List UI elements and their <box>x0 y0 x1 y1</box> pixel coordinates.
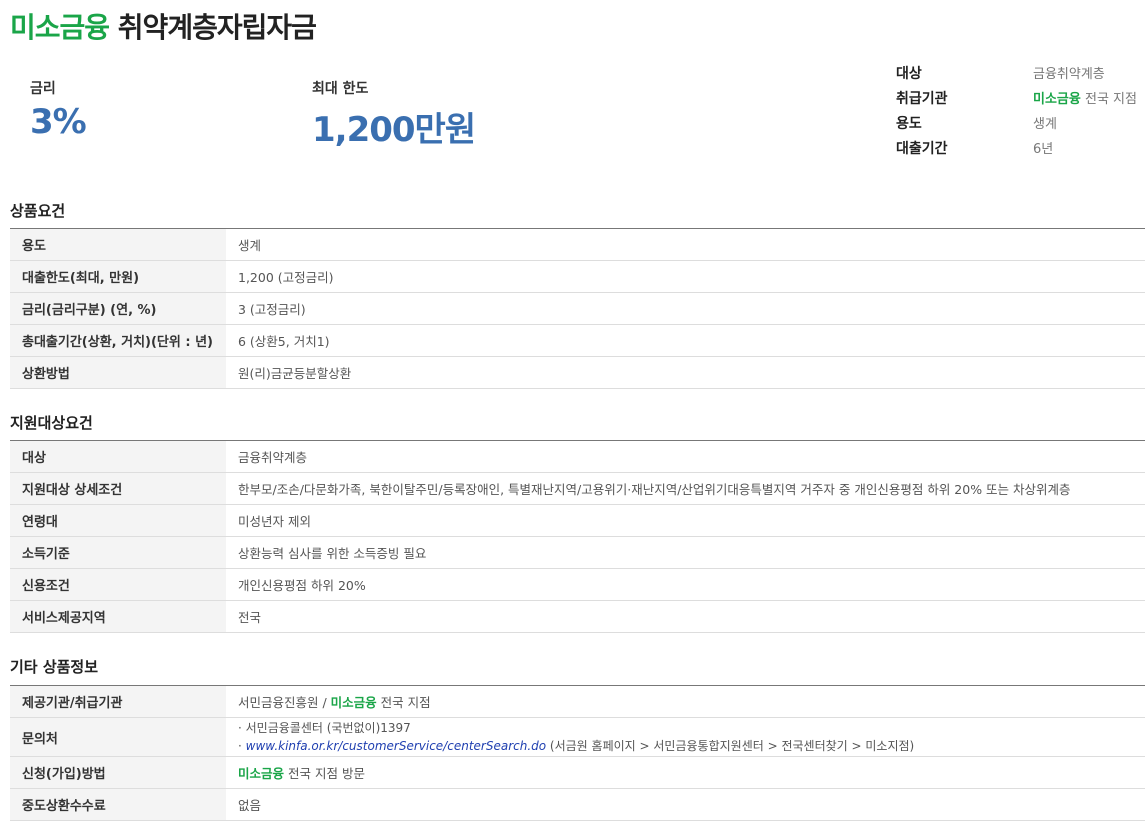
provider-prefix: 서민금융진흥원 / <box>238 695 327 710</box>
table-row: 신용조건 개인신용평점 하위 20% <box>10 568 1145 601</box>
row-key: 중도상환수수료 <box>10 788 226 821</box>
table-row: 용도 생계 <box>10 228 1145 261</box>
limit-value: 1,200만원 <box>312 110 476 150</box>
contact-website-line: · www.kinfa.or.kr/customerService/center… <box>238 737 1133 755</box>
row-key: 제공기관/취급기관 <box>10 685 226 718</box>
summary-row-period: 대출기간 6년 <box>896 137 1145 162</box>
row-value: 서민금융진흥원 / 미소금융 전국 지점 <box>226 685 1145 718</box>
row-key: 대출한도(최대, 만원) <box>10 260 226 293</box>
row-value: 개인신용평점 하위 20% <box>226 568 1145 601</box>
row-key: 상환방법 <box>10 356 226 389</box>
table-row: 소득기준 상환능력 심사를 위한 소득증빙 필요 <box>10 536 1145 569</box>
limit-label: 최대 한도 <box>312 81 369 97</box>
summary-key: 대상 <box>896 66 922 82</box>
summary-value: 금융취약계층 <box>1033 67 1105 82</box>
row-value: 상환능력 심사를 위한 소득증빙 필요 <box>226 536 1145 569</box>
table-row: 대출한도(최대, 만원) 1,200 (고정금리) <box>10 260 1145 293</box>
contact-bullet: · <box>238 739 246 753</box>
row-value: 없음 <box>226 788 1145 821</box>
title-product-name: 취약계층자립자금 <box>117 11 317 44</box>
contact-path: (서금원 홈페이지 > 서민금융통합지원센터 > 전국센터찾기 > 미소지점) <box>546 739 915 753</box>
table-row: 문의처 · 서민금융콜센터 (국번없이)1397 · www.kinfa.or.… <box>10 717 1145 757</box>
table-row: 대상 금융취약계층 <box>10 440 1145 473</box>
row-value: 원(리)금균등분할상환 <box>226 356 1145 389</box>
product-requirements-table: 용도 생계 대출한도(최대, 만원) 1,200 (고정금리) 금리(금리구분)… <box>10 228 1145 389</box>
section-title-eligibility: 지원대상요건 <box>10 414 93 432</box>
provider-brand: 미소금융 <box>330 695 377 710</box>
row-key: 문의처 <box>10 717 226 757</box>
table-row: 금리(금리구분) (연, %) 3 (고정금리) <box>10 292 1145 325</box>
row-key: 소득기준 <box>10 536 226 569</box>
row-key: 신용조건 <box>10 568 226 601</box>
row-key: 총대출기간(상환, 거치)(단위 : 년) <box>10 324 226 357</box>
summary-value: 전국 지점 <box>1084 92 1137 107</box>
row-value: · 서민금융콜센터 (국번없이)1397 · www.kinfa.or.kr/c… <box>226 717 1145 757</box>
summary-row-purpose: 용도 생계 <box>896 112 1145 137</box>
table-row: 서비스제공지역 전국 <box>10 600 1145 633</box>
rate-value: 3% <box>30 102 87 142</box>
product-summary: 대상 금융취약계층 취급기관 미소금융 전국 지점 용도 생계 대출기간 6년 <box>896 62 1145 162</box>
apply-suffix: 전국 지점 방문 <box>288 766 365 781</box>
section-title-product: 상품요건 <box>10 202 66 220</box>
summary-key: 용도 <box>896 116 922 132</box>
row-value: 6 (상환5, 거치1) <box>226 324 1145 357</box>
contact-callcenter: · 서민금융콜센터 (국번없이)1397 <box>238 721 411 735</box>
row-key: 용도 <box>10 228 226 261</box>
contact-link[interactable]: www.kinfa.or.kr/customerService/centerSe… <box>246 739 546 753</box>
summary-brand: 미소금융 <box>1033 92 1081 107</box>
limit-metric: 최대 한도 1,200만원 <box>312 78 476 151</box>
table-row: 제공기관/취급기관 서민금융진흥원 / 미소금융 전국 지점 <box>10 685 1145 718</box>
table-row: 총대출기간(상환, 거치)(단위 : 년) 6 (상환5, 거치1) <box>10 324 1145 357</box>
summary-value: 6년 <box>1033 142 1054 157</box>
provider-suffix: 전국 지점 <box>380 695 431 710</box>
row-value: 미소금융 전국 지점 방문 <box>226 756 1145 789</box>
table-row: 지원대상 상세조건 한부모/조손/다문화가족, 북한이탈주민/등록장애인, 특별… <box>10 472 1145 505</box>
rate-metric: 금리 3% <box>30 78 87 142</box>
table-row: 중도상환수수료 없음 <box>10 788 1145 821</box>
summary-value: 생계 <box>1033 117 1057 132</box>
title-brand: 미소금융 <box>10 11 110 44</box>
table-row: 상환방법 원(리)금균등분할상환 <box>10 356 1145 389</box>
summary-row-target: 대상 금융취약계층 <box>896 62 1145 87</box>
row-value: 전국 <box>226 600 1145 633</box>
row-key: 대상 <box>10 440 226 473</box>
summary-row-institution: 취급기관 미소금융 전국 지점 <box>896 87 1145 112</box>
page-title: 미소금융 취약계층자립자금 <box>10 6 317 46</box>
summary-key: 취급기관 <box>896 91 948 107</box>
table-row: 연령대 미성년자 제외 <box>10 504 1145 537</box>
row-key: 금리(금리구분) (연, %) <box>10 292 226 325</box>
row-value: 3 (고정금리) <box>226 292 1145 325</box>
row-value: 생계 <box>226 228 1145 261</box>
section-title-other: 기타 상품정보 <box>10 658 99 676</box>
table-row: 신청(가입)방법 미소금융 전국 지점 방문 <box>10 756 1145 789</box>
row-value: 금융취약계층 <box>226 440 1145 473</box>
rate-label: 금리 <box>30 81 56 97</box>
row-key: 연령대 <box>10 504 226 537</box>
row-value: 한부모/조손/다문화가족, 북한이탈주민/등록장애인, 특별재난지역/고용위기·… <box>226 472 1145 505</box>
eligibility-table: 대상 금융취약계층 지원대상 상세조건 한부모/조손/다문화가족, 북한이탈주민… <box>10 440 1145 633</box>
summary-key: 대출기간 <box>896 141 948 157</box>
row-value: 미성년자 제외 <box>226 504 1145 537</box>
row-key: 지원대상 상세조건 <box>10 472 226 505</box>
row-value: 1,200 (고정금리) <box>226 260 1145 293</box>
row-key: 신청(가입)방법 <box>10 756 226 789</box>
other-info-table: 제공기관/취급기관 서민금융진흥원 / 미소금융 전국 지점 문의처 · 서민금… <box>10 685 1145 821</box>
apply-brand: 미소금융 <box>238 766 285 781</box>
row-key: 서비스제공지역 <box>10 600 226 633</box>
